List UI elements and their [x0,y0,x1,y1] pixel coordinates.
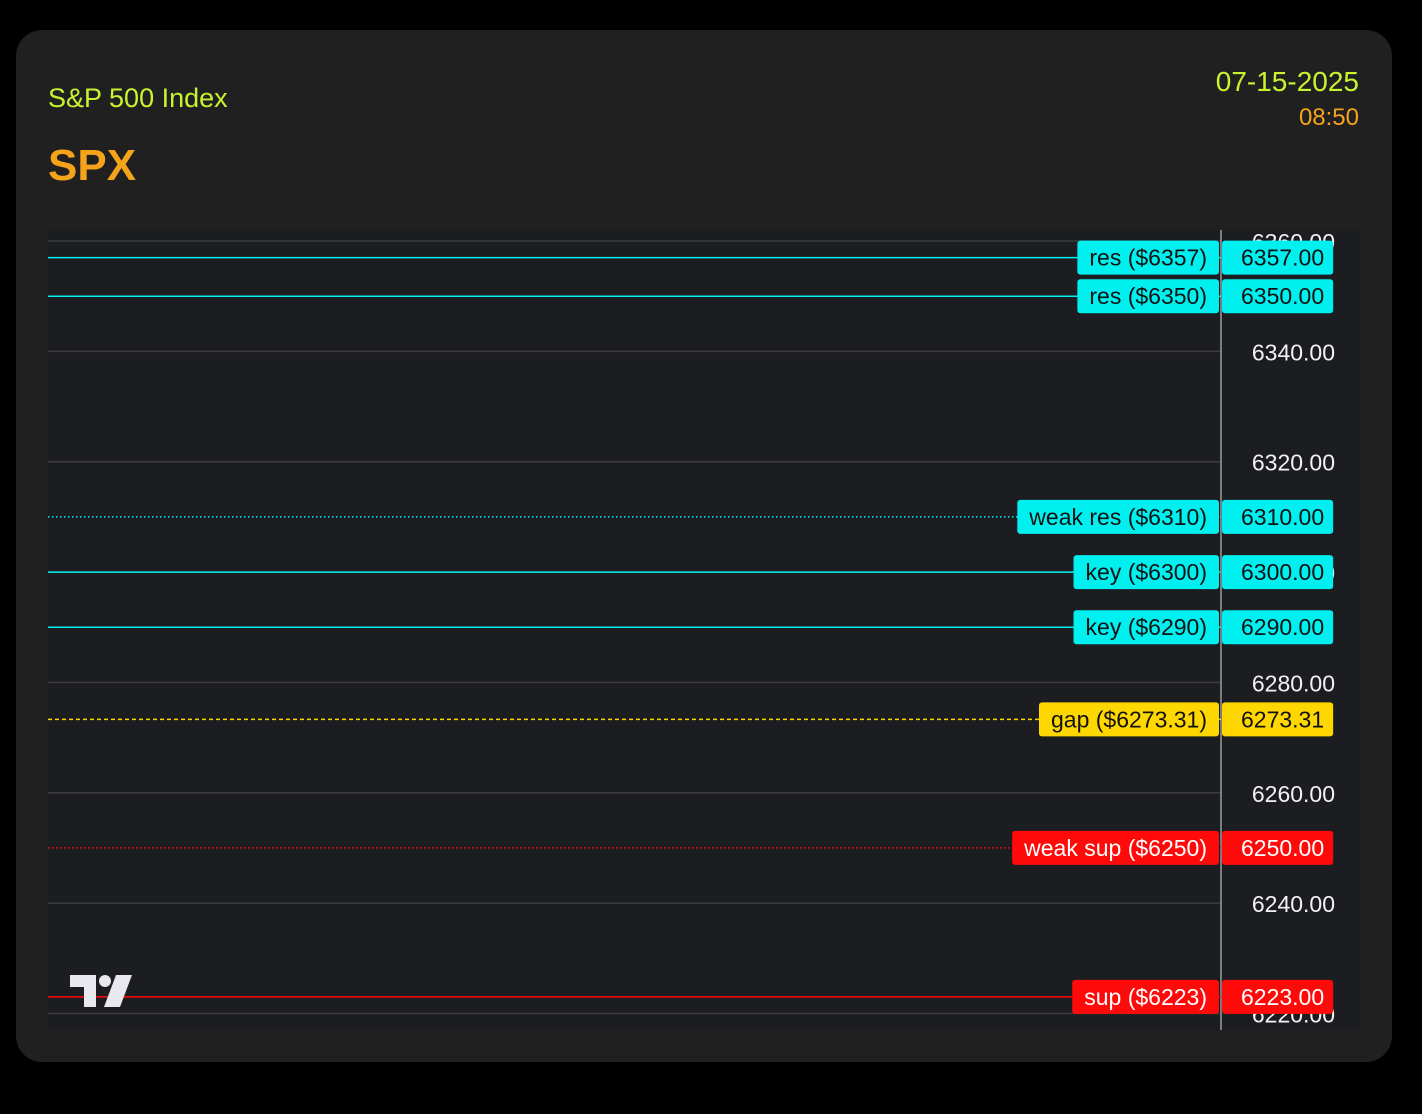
level-name-label: weak sup ($6250) [1023,835,1207,861]
level-name-label: sup ($6223) [1084,984,1207,1010]
price-badge-label: 6310.00 [1241,504,1324,530]
price-chart[interactable]: 6220.006240.006260.006280.006300.006320.… [48,230,1360,1030]
price-badge-label: 6290.00 [1241,614,1324,640]
level-name-label: res ($6350) [1089,283,1207,309]
tradingview-logo-icon [70,975,132,1007]
level-name-label: weak res ($6310) [1028,504,1207,530]
date-label: 07-15-2025 [1215,66,1359,97]
price-badge-label: 6300.00 [1241,559,1324,585]
price-badge-label: 6250.00 [1241,835,1324,861]
level-name-label: gap ($6273.31) [1051,706,1207,732]
price-badge-label: 6273.31 [1241,706,1324,732]
level-name-label: res ($6357) [1089,245,1207,271]
instrument-name: S&P 500 Index [48,83,228,113]
price-badge-label: 6357.00 [1241,245,1324,271]
price-badge-label: 6223.00 [1241,984,1324,1010]
y-tick-label: 6320.00 [1252,450,1335,476]
chart-svg: 6220.006240.006260.006280.006300.006320.… [48,230,1335,1030]
time-label: 08:50 [1298,104,1359,131]
y-tick-label: 6340.00 [1252,339,1335,365]
y-tick-label: 6280.00 [1252,670,1335,696]
y-tick-label: 6240.00 [1252,891,1335,917]
ticker-symbol: SPX [48,141,137,190]
level-name-label: key ($6290) [1086,614,1207,640]
y-tick-label: 6260.00 [1252,781,1335,807]
level-name-label: key ($6300) [1086,559,1207,585]
price-badge-label: 6350.00 [1241,283,1324,309]
